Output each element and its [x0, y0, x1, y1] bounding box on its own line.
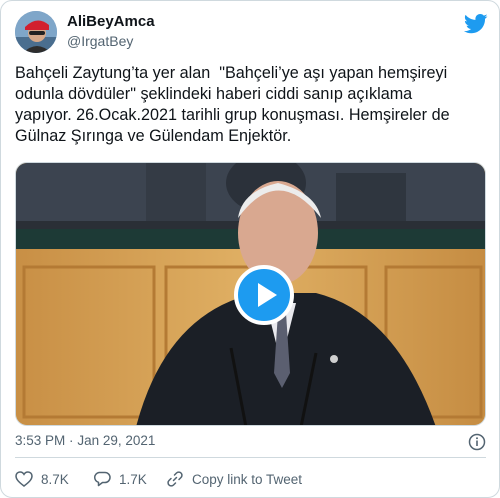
info-icon[interactable] [468, 433, 486, 451]
reply-count: 1.7K [119, 471, 147, 487]
author-display-name[interactable]: AliBeyAmca [67, 13, 155, 30]
like-count: 8.7K [41, 471, 69, 487]
author-handle[interactable]: @IrgatBey [67, 33, 133, 49]
avatar[interactable] [15, 11, 57, 53]
tweet-timestamp[interactable]: 3:53 PM · Jan 29, 2021 [15, 433, 155, 448]
tweet-card: AliBeyAmca @IrgatBey Bahçeli Zaytung’ta … [0, 0, 500, 498]
tweet-date: Jan 29, 2021 [77, 433, 156, 448]
tweet-text: Bahçeli Zaytung’ta yer alan "Bahçeli’ye … [15, 64, 450, 145]
video-player[interactable] [15, 162, 486, 426]
play-button[interactable] [234, 265, 294, 325]
link-icon [167, 471, 183, 487]
play-icon [258, 283, 277, 307]
copy-link-label: Copy link to Tweet [192, 471, 303, 487]
tweet-time: 3:53 PM [15, 433, 66, 448]
reply-icon [93, 471, 111, 487]
reply-button[interactable]: 1.7K [93, 469, 147, 489]
copy-link-button[interactable]: Copy link to Tweet [166, 469, 302, 489]
avatar-image [15, 11, 57, 53]
like-button[interactable]: 8.7K [15, 469, 69, 489]
twitter-bird-icon[interactable] [464, 14, 488, 34]
meta-separator: · [69, 433, 74, 448]
divider [15, 457, 486, 458]
heart-icon [15, 471, 33, 487]
